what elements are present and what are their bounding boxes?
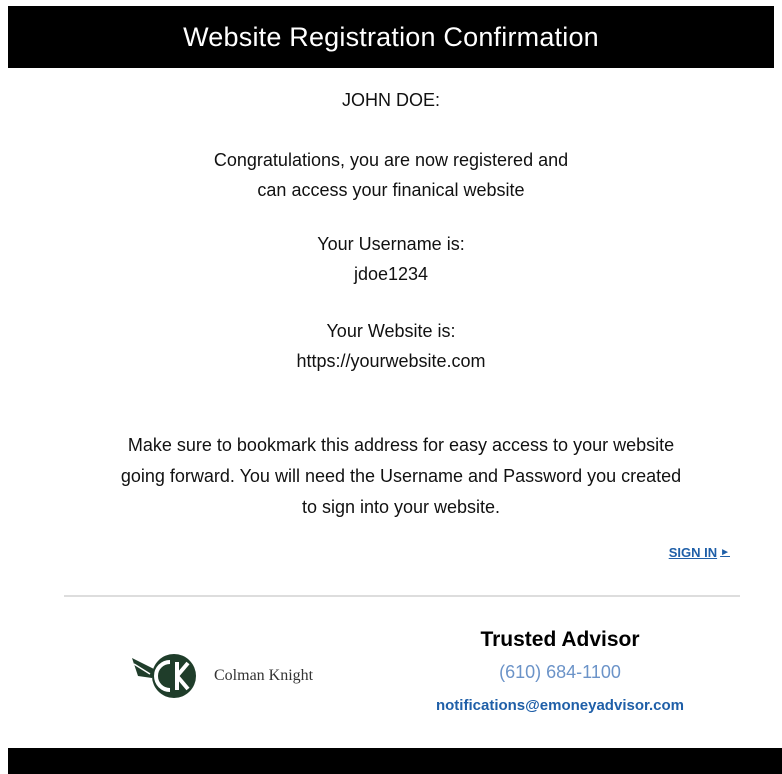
advisor-email-link[interactable]: notifications@emoneyadvisor.com (410, 697, 710, 714)
header-title: Website Registration Confirmation (183, 21, 599, 52)
sign-in-label: SIGN IN (668, 545, 718, 560)
email-header: Website Registration Confirmation (8, 6, 774, 68)
advisor-contact: Trusted Advisor (610) 684-1100 notificat… (410, 628, 710, 714)
notice-line-1: Make sure to bookmark this address for e… (127, 435, 675, 455)
ck-leaf-logo-icon (132, 654, 196, 698)
website-url[interactable]: https://yourwebsite.com (0, 346, 782, 376)
notice-line-2: going forward. You will need the Usernam… (120, 466, 682, 486)
advisor-name: Trusted Advisor (480, 628, 640, 651)
username-block: Your Username is: jdoe1234 (0, 229, 782, 289)
bookmark-notice: Make sure to bookmark this address for e… (60, 430, 742, 523)
congrats-line-2: can access your finanical website (257, 180, 525, 200)
username-label: Your Username is: (317, 234, 465, 254)
website-block: Your Website is: https://yourwebsite.com (0, 316, 782, 376)
logo-wordmark: Colman Knight (214, 667, 314, 684)
divider (64, 595, 740, 597)
website-label: Your Website is: (326, 321, 456, 341)
congratulations-message: Congratulations, you are now registered … (0, 145, 782, 205)
username-value: jdoe1234 (353, 264, 429, 284)
advisor-phone[interactable]: (610) 684-1100 (410, 662, 710, 683)
congrats-line-1: Congratulations, you are now registered … (213, 150, 569, 170)
notice-line-3: to sign into your website. (301, 497, 501, 517)
company-logo: Colman Knight (130, 650, 313, 702)
play-arrow-icon: ► (720, 547, 730, 558)
footer-bar (8, 748, 782, 774)
sign-in-link[interactable]: SIGN IN ► (669, 545, 730, 560)
greeting: JOHN DOE: (341, 90, 440, 110)
